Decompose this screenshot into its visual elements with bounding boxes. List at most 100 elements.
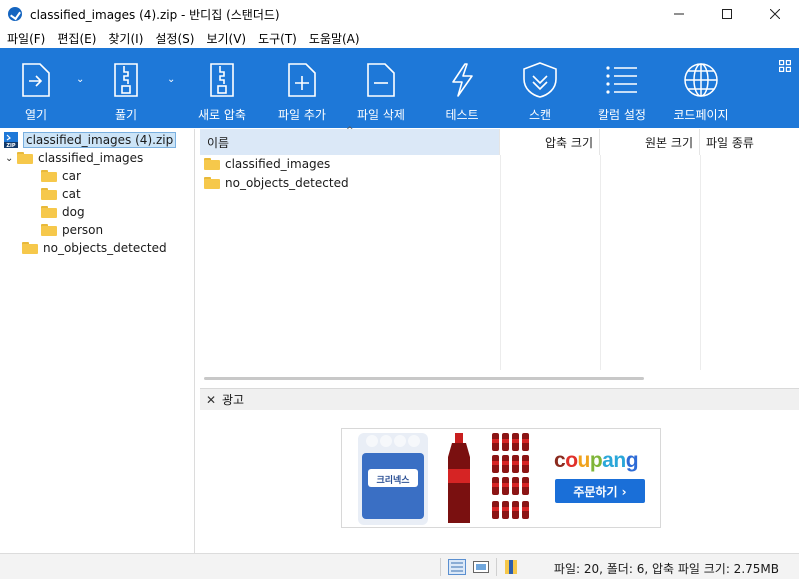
folder-icon (17, 152, 33, 164)
ad-product-text: 크리넥스 (376, 476, 410, 486)
maximize-icon (722, 9, 732, 19)
scan-label: 스캔 (528, 108, 552, 122)
lightning-icon (442, 60, 482, 100)
folder-icon (204, 158, 220, 170)
test-button[interactable]: 테스트 (440, 48, 484, 128)
column-header-type[interactable]: 파일 종류 (700, 129, 799, 155)
close-ad-icon[interactable]: ✕ (204, 393, 218, 407)
list-item[interactable]: classified_images (204, 155, 330, 173)
column-header-original-size[interactable]: 원본 크기 (600, 129, 700, 155)
column-compressed-size-label: 압축 크기 (545, 135, 593, 150)
extract-dropdown-icon[interactable]: ⌄ (167, 74, 175, 85)
window-controls (655, 0, 799, 28)
chevron-down-icon[interactable]: ⌄ (5, 153, 17, 164)
column-type-label: 파일 종류 (706, 135, 754, 150)
menu-help[interactable]: 도움말(A) (303, 30, 366, 47)
archive-info-icon[interactable] (503, 559, 521, 575)
ad-banner[interactable]: 크리넥스 coupang 주문하기 › (341, 428, 661, 528)
codepage-label: 코드페이지 (673, 108, 729, 122)
minimize-button[interactable] (655, 0, 703, 28)
delete-files-label: 파일 삭제 (357, 108, 405, 122)
delete-files-button[interactable]: 파일 삭제 (351, 48, 411, 128)
menu-edit[interactable]: 편집(E) (51, 30, 102, 47)
add-file-icon (282, 60, 322, 100)
order-button[interactable]: 주문하기 › (555, 479, 645, 503)
tree-item-label: car (62, 169, 81, 183)
menu-tools[interactable]: 도구(T) (252, 30, 303, 47)
coupang-logo: coupang (554, 449, 639, 472)
add-files-button[interactable]: 파일 추가 (272, 48, 332, 128)
tree-root-label: classified_images (4).zip (23, 132, 177, 148)
tree-item-person[interactable]: person (41, 221, 103, 239)
tree-item-label: classified_images (38, 151, 144, 165)
column-name-label: 이름 (207, 135, 230, 150)
tree-item-classified-images[interactable]: ⌄ classified_images (5, 149, 143, 167)
column-header-compressed-size[interactable]: 압축 크기 (500, 129, 600, 155)
maximize-button[interactable] (703, 0, 751, 28)
menu-bar: 파일(F) 편집(E) 찾기(I) 설정(S) 보기(V) 도구(T) 도움말(… (0, 28, 799, 48)
column-divider (700, 155, 701, 370)
file-list: 이름 압축 크기 원본 크기 파일 종류 ^ classified_images… (200, 126, 799, 386)
tree-root-archive[interactable]: ZIP classified_images (4).zip (3, 131, 177, 149)
list-item[interactable]: no_objects_detected (204, 174, 349, 192)
window-title: classified_images (4).zip - 반디집 (스탠더드) (30, 7, 280, 22)
extract-label: 풀기 (114, 108, 138, 122)
folder-icon (41, 170, 57, 182)
column-settings-button[interactable]: 칼럼 설정 (592, 48, 652, 128)
scan-button[interactable]: 스캔 (518, 48, 562, 128)
menu-view[interactable]: 보기(V) (200, 30, 252, 47)
folder-icon (204, 177, 220, 189)
list-item-name: classified_images (225, 157, 331, 171)
globe-icon (681, 60, 721, 100)
ad-header: ✕ 광고 (200, 388, 799, 410)
sort-ascending-icon: ^ (346, 126, 354, 136)
tree-item-no-objects-detected[interactable]: no_objects_detected (22, 239, 167, 257)
folder-icon (41, 188, 57, 200)
list-header: 이름 압축 크기 원본 크기 파일 종류 (200, 129, 799, 155)
layout-grid-icon[interactable] (779, 60, 792, 75)
menu-file[interactable]: 파일(F) (1, 30, 51, 47)
list-icon (602, 60, 642, 100)
tree-item-label: person (62, 223, 104, 237)
tree-item-label: cat (62, 187, 81, 201)
thumbnail-view-icon[interactable] (472, 559, 490, 575)
tree-item-label: no_objects_detected (43, 241, 167, 255)
tree-item-dog[interactable]: dog (41, 203, 85, 221)
new-archive-label: 새로 압축 (198, 108, 246, 122)
new-archive-icon (202, 60, 242, 100)
horizontal-scrollbar[interactable] (204, 377, 644, 380)
folder-icon (41, 224, 57, 236)
column-settings-label: 칼럼 설정 (598, 108, 646, 122)
shield-icon (520, 60, 560, 100)
minimize-icon (674, 13, 684, 15)
tree-item-label: dog (62, 205, 85, 219)
svg-text:ZIP: ZIP (6, 143, 15, 148)
open-button[interactable]: 열기 (14, 48, 58, 128)
menu-find[interactable]: 찾기(I) (102, 30, 149, 47)
extract-icon (106, 60, 146, 100)
folder-tree: ZIP classified_images (4).zip ⌄ classifi… (0, 129, 195, 553)
tree-item-cat[interactable]: cat (41, 185, 81, 203)
toolbar: 열기 ⌄ 풀기 ⌄ 새로 압축 파일 추가 파일 삭제 테스트 스캔 칼럼 설정… (0, 48, 799, 128)
open-archive-icon (16, 60, 56, 100)
open-label: 열기 (24, 108, 48, 122)
open-dropdown-icon[interactable]: ⌄ (76, 74, 84, 85)
close-icon (770, 9, 780, 19)
ad-title: 광고 (222, 393, 245, 407)
status-bar: 파일: 20, 폴더: 6, 압축 파일 크기: 2.75MB (0, 553, 799, 579)
tree-item-car[interactable]: car (41, 167, 81, 185)
details-view-icon[interactable] (448, 559, 466, 575)
add-files-label: 파일 추가 (278, 108, 326, 122)
folder-icon (41, 206, 57, 218)
title-bar: classified_images (4).zip - 반디집 (스탠더드) (0, 0, 799, 28)
status-separator (496, 558, 497, 576)
folder-icon (22, 242, 38, 254)
new-archive-button[interactable]: 새로 압축 (194, 48, 250, 128)
zip-file-icon: ZIP (3, 132, 19, 149)
column-original-size-label: 원본 크기 (645, 135, 693, 150)
extract-button[interactable]: 풀기 (104, 48, 148, 128)
status-separator (440, 558, 441, 576)
close-button[interactable] (751, 0, 799, 28)
codepage-button[interactable]: 코드페이지 (670, 48, 732, 128)
menu-settings[interactable]: 설정(S) (149, 30, 200, 47)
